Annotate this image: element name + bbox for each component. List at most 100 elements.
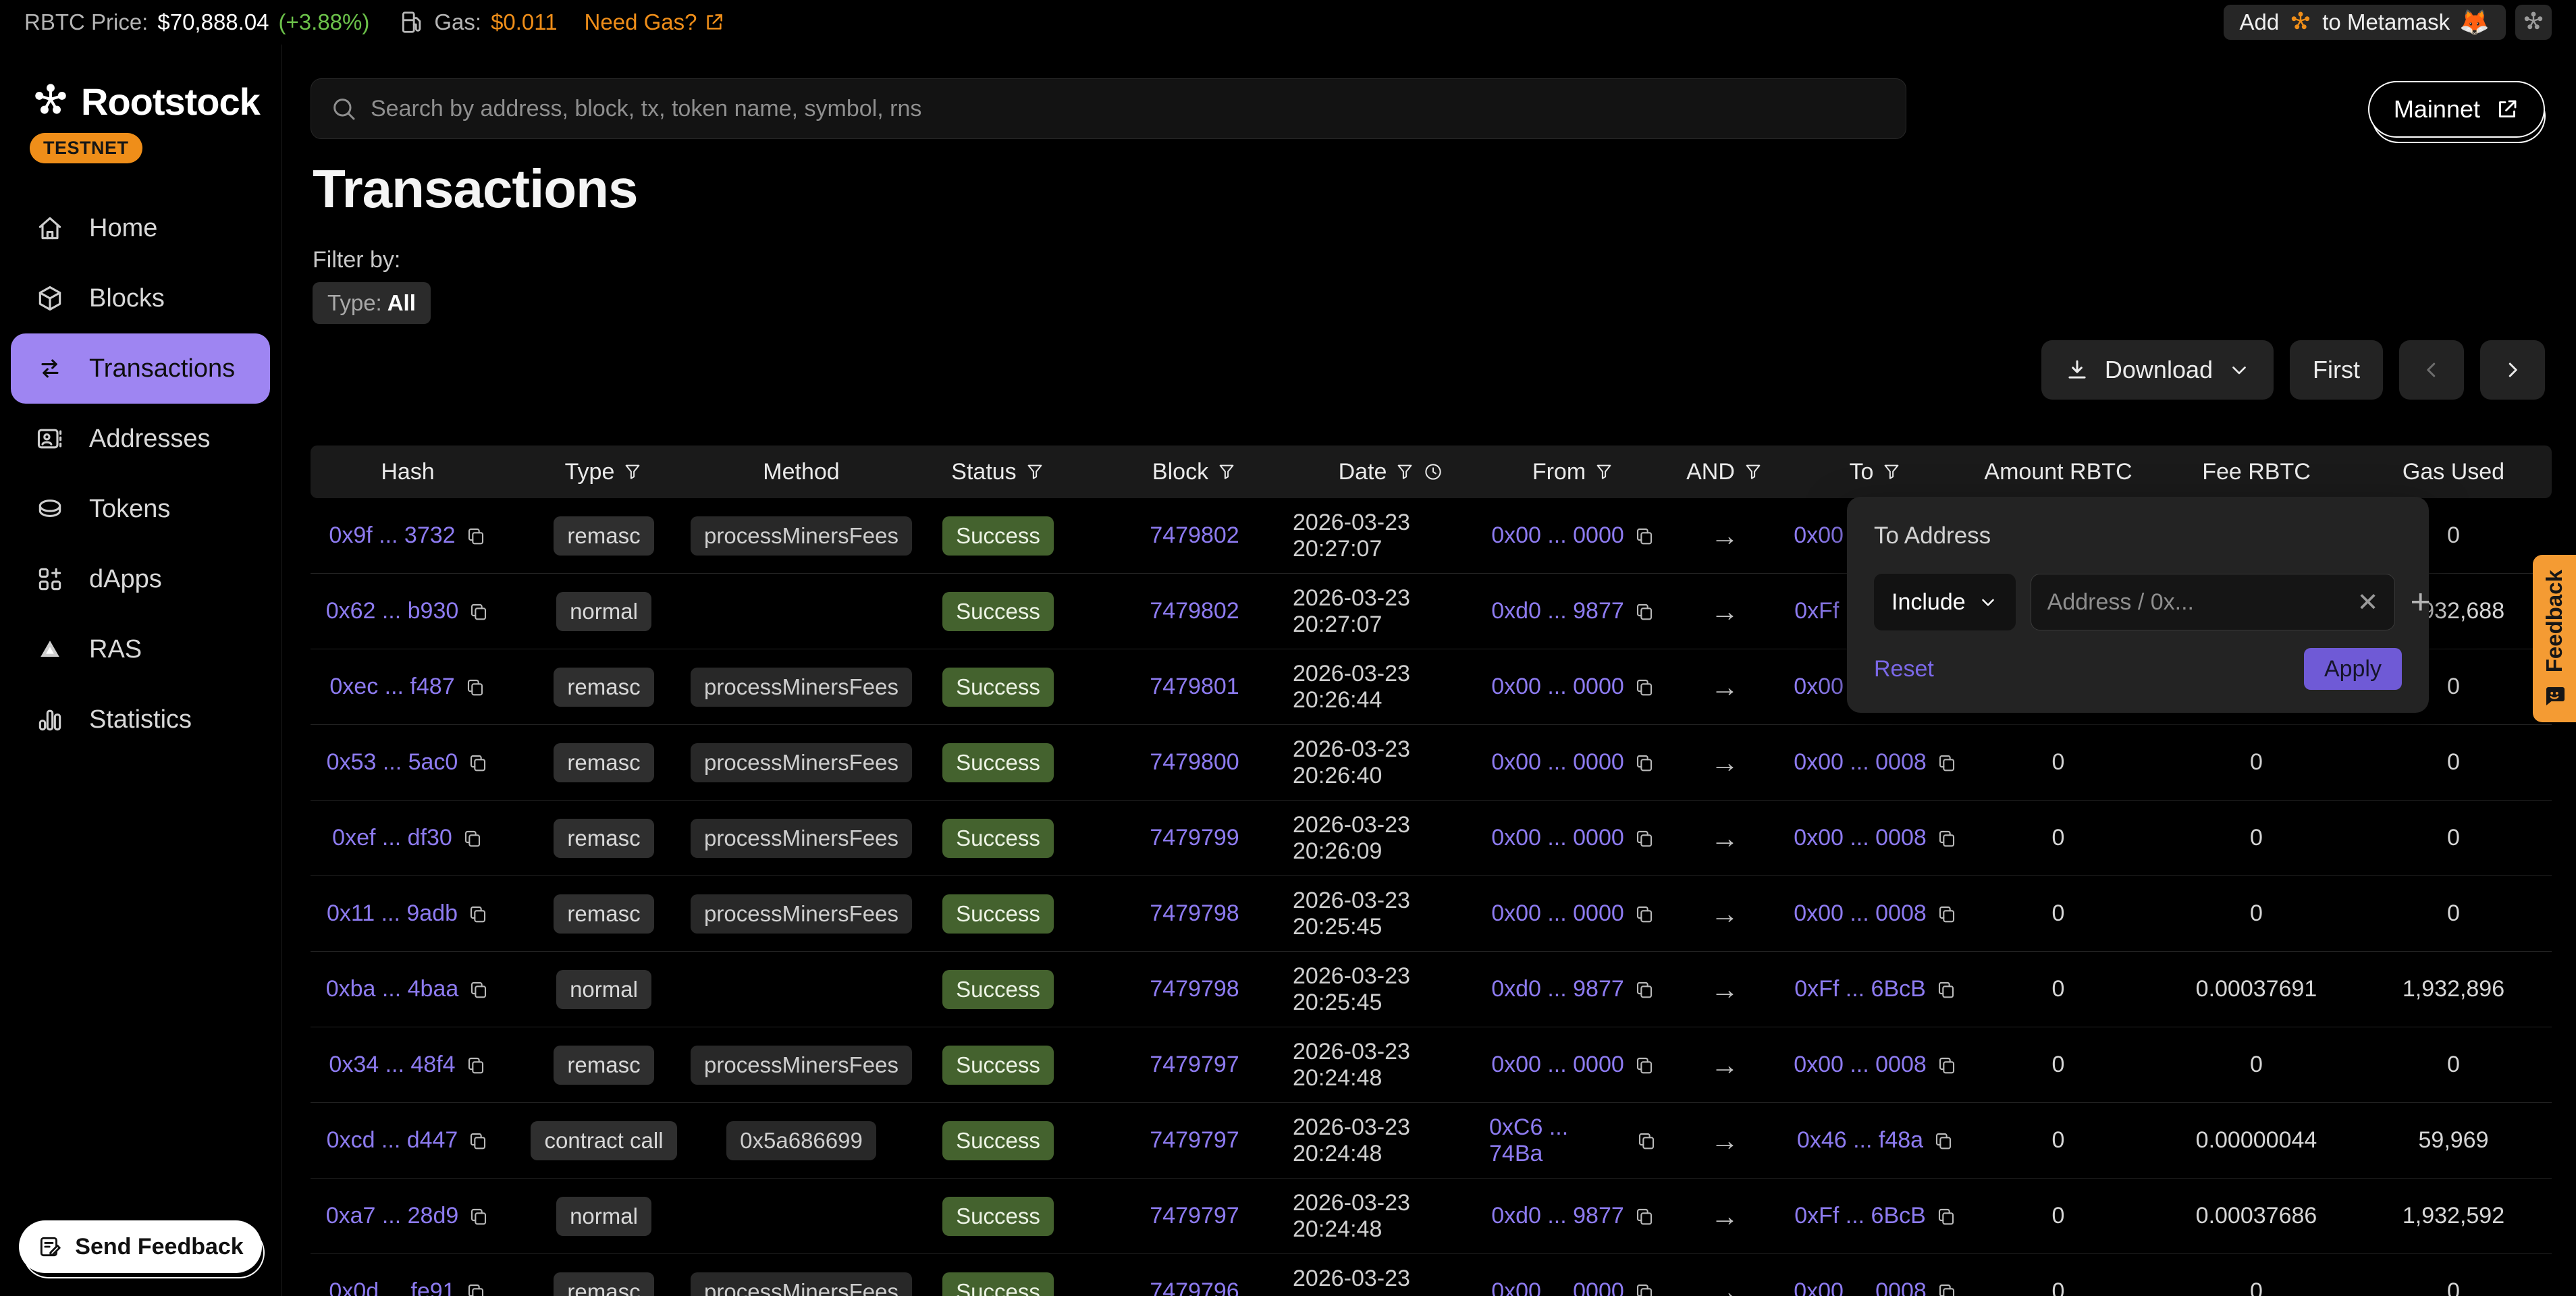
copy-icon[interactable]: [1634, 903, 1655, 925]
sidebar-item-addresses[interactable]: Addresses: [11, 404, 270, 474]
block-link[interactable]: 7479798: [1150, 976, 1239, 1002]
to-address-link[interactable]: 0x00 ... 0008: [1794, 1052, 1927, 1078]
copy-icon[interactable]: [468, 979, 489, 1000]
brand[interactable]: Rootstock: [0, 45, 281, 124]
from-address-link[interactable]: 0x00 ... 0000: [1491, 674, 1624, 700]
from-address-link[interactable]: 0xd0 ... 9877: [1491, 976, 1624, 1002]
sidebar-item-home[interactable]: Home: [11, 193, 270, 263]
copy-icon[interactable]: [1634, 601, 1655, 622]
from-address-link[interactable]: 0x00 ... 0000: [1491, 900, 1624, 927]
to-address-link[interactable]: 0x00 ... 0008: [1794, 1278, 1927, 1296]
filter-funnel-icon[interactable]: [622, 462, 643, 482]
sidebar-item-ras[interactable]: RAS: [11, 614, 270, 684]
block-link[interactable]: 7479800: [1150, 749, 1239, 776]
tx-hash-link[interactable]: 0xec ... f487: [329, 674, 454, 700]
copy-icon[interactable]: [1634, 1281, 1655, 1296]
tx-hash-link[interactable]: 0xef ... df30: [332, 825, 452, 851]
copy-icon[interactable]: [464, 676, 486, 698]
copy-icon[interactable]: [467, 1130, 489, 1152]
filter-funnel-icon[interactable]: [1743, 462, 1763, 482]
from-address-link[interactable]: 0x00 ... 0000: [1491, 825, 1624, 851]
prev-page-button[interactable]: [2399, 340, 2464, 400]
apply-filter-button[interactable]: Apply: [2304, 648, 2402, 690]
block-link[interactable]: 7479802: [1150, 598, 1239, 624]
address-filter-input[interactable]: [2047, 589, 2346, 616]
sidebar-item-statistics[interactable]: Statistics: [11, 684, 270, 755]
send-feedback-button[interactable]: Send Feedback: [19, 1220, 262, 1273]
to-address-link[interactable]: 0xFf ... 6BcB: [1794, 1203, 1926, 1229]
copy-icon[interactable]: [1936, 903, 1958, 925]
clock-icon[interactable]: [1423, 462, 1443, 482]
copy-icon[interactable]: [1634, 828, 1655, 849]
filter-funnel-icon[interactable]: [1216, 462, 1237, 482]
copy-icon[interactable]: [468, 1206, 489, 1227]
tx-hash-link[interactable]: 0xcd ... d447: [327, 1127, 458, 1154]
tx-hash-link[interactable]: 0x0d ... fe91: [329, 1278, 455, 1296]
sidebar-item-blocks[interactable]: Blocks: [11, 263, 270, 333]
copy-icon[interactable]: [465, 1281, 487, 1296]
copy-icon[interactable]: [467, 903, 489, 925]
tx-hash-link[interactable]: 0x53 ... 5ac0: [327, 749, 458, 776]
tx-hash-link[interactable]: 0x11 ... 9adb: [327, 900, 458, 927]
copy-icon[interactable]: [465, 1054, 487, 1076]
clear-input-icon[interactable]: ✕: [2346, 587, 2379, 618]
tx-hash-link[interactable]: 0xba ... 4baa: [326, 976, 459, 1002]
tx-hash-link[interactable]: 0x62 ... b930: [326, 598, 459, 624]
block-link[interactable]: 7479801: [1150, 674, 1239, 700]
block-link[interactable]: 7479797: [1150, 1052, 1239, 1078]
rootstock-wallet-button[interactable]: [2515, 5, 2552, 40]
copy-icon[interactable]: [465, 525, 487, 547]
tx-hash-link[interactable]: 0x9f ... 3732: [329, 522, 455, 549]
copy-icon[interactable]: [1936, 828, 1958, 849]
from-address-link[interactable]: 0x00 ... 0000: [1491, 1052, 1624, 1078]
block-link[interactable]: 7479797: [1150, 1127, 1239, 1154]
add-to-metamask-button[interactable]: Add to Metamask 🦊: [2224, 5, 2506, 40]
from-address-link[interactable]: 0xd0 ... 9877: [1491, 1203, 1624, 1229]
copy-icon[interactable]: [1634, 979, 1655, 1000]
filter-funnel-icon[interactable]: [1395, 462, 1415, 482]
copy-icon[interactable]: [1933, 1130, 1954, 1152]
include-mode-dropdown[interactable]: Include: [1874, 574, 2016, 630]
block-link[interactable]: 7479797: [1150, 1203, 1239, 1229]
copy-icon[interactable]: [1936, 1054, 1958, 1076]
from-address-link[interactable]: 0x00 ... 0000: [1491, 1278, 1624, 1296]
need-gas-link[interactable]: Need Gas?: [585, 9, 726, 35]
to-address-link[interactable]: 0x00 ... 0008: [1794, 749, 1927, 776]
copy-icon[interactable]: [468, 601, 489, 622]
search-input[interactable]: [371, 96, 1887, 122]
copy-icon[interactable]: [1634, 1206, 1655, 1227]
filter-funnel-icon[interactable]: [1881, 462, 1902, 482]
next-page-button[interactable]: [2480, 340, 2545, 400]
copy-icon[interactable]: [1936, 752, 1958, 774]
from-address-link[interactable]: 0xd0 ... 9877: [1491, 598, 1624, 624]
reset-filter-link[interactable]: Reset: [1874, 656, 1934, 682]
sidebar-item-dapps[interactable]: dApps: [11, 544, 270, 614]
filter-funnel-icon[interactable]: [1025, 462, 1045, 482]
tx-hash-link[interactable]: 0xa7 ... 28d9: [326, 1203, 459, 1229]
from-address-link[interactable]: 0xC6 ... 74Ba: [1489, 1114, 1626, 1167]
copy-icon[interactable]: [1936, 1281, 1958, 1296]
to-address-link[interactable]: 0x00 ... 0008: [1794, 825, 1927, 851]
copy-icon[interactable]: [1634, 676, 1655, 698]
to-address-link[interactable]: 0x46 ... f48a: [1797, 1127, 1923, 1154]
copy-icon[interactable]: [462, 828, 483, 849]
first-page-button[interactable]: First: [2290, 340, 2383, 400]
add-filter-icon[interactable]: +: [2410, 585, 2430, 620]
type-filter-chip[interactable]: Type:All: [313, 282, 431, 324]
copy-icon[interactable]: [1636, 1130, 1657, 1152]
sidebar-item-transactions[interactable]: Transactions: [11, 333, 270, 404]
to-address-link[interactable]: 0x00 ... 0008: [1794, 900, 1927, 927]
copy-icon[interactable]: [467, 752, 489, 774]
copy-icon[interactable]: [1935, 979, 1957, 1000]
block-link[interactable]: 7479799: [1150, 825, 1239, 851]
search-bar[interactable]: [311, 78, 1906, 139]
to-address-link[interactable]: 0xFf ... 6BcB: [1794, 976, 1926, 1002]
sidebar-item-tokens[interactable]: Tokens: [11, 474, 270, 544]
tx-hash-link[interactable]: 0x34 ... 48f4: [329, 1052, 455, 1078]
copy-icon[interactable]: [1634, 752, 1655, 774]
network-switch-button[interactable]: Mainnet: [2368, 81, 2545, 138]
block-link[interactable]: 7479798: [1150, 900, 1239, 927]
feedback-tab[interactable]: Feedback: [2533, 555, 2576, 722]
from-address-link[interactable]: 0x00 ... 0000: [1491, 522, 1624, 549]
filter-funnel-icon[interactable]: [1594, 462, 1614, 482]
